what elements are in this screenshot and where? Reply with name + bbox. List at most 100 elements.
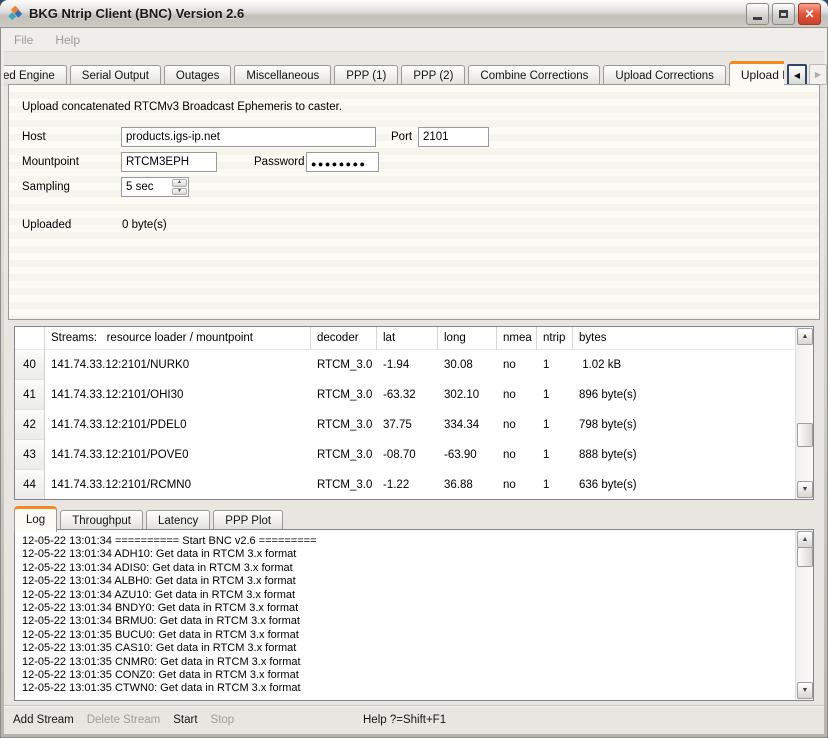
mountpoint-input[interactable]: RTCM3EPH — [121, 152, 217, 172]
tab-upload-corrections[interactable]: Upload Corrections — [603, 65, 725, 86]
scroll-up-button[interactable]: ▲ — [797, 328, 813, 345]
tab-miscellaneous[interactable]: Miscellaneous — [234, 65, 331, 86]
log-tab-ppp-plot[interactable]: PPP Plot — [213, 510, 283, 531]
tab-outages[interactable]: Outages — [164, 65, 231, 86]
tab-upload-ephemeris[interactable]: Upload Ephemeris — [729, 61, 784, 86]
cell-long: 302.10 — [438, 380, 497, 410]
port-input[interactable]: 2101 — [418, 127, 489, 147]
cell-bytes: 1.02 kB — [573, 350, 796, 380]
table-row[interactable]: 43141.74.33.12:2101/POVE0RTCM_3.0-08.70-… — [15, 440, 796, 470]
cell-decoder: RTCM_3.0 — [311, 380, 377, 410]
tab-ppp-1[interactable]: PPP (1) — [334, 65, 398, 86]
table-row[interactable]: 40141.74.33.12:2101/NURK0RTCM_3.0-1.9430… — [15, 350, 796, 380]
streams-table-body: 40141.74.33.12:2101/NURK0RTCM_3.0-1.9430… — [15, 350, 813, 500]
close-button[interactable]: ✕ — [798, 3, 821, 25]
column-header-bytes[interactable]: bytes — [573, 327, 796, 349]
client-area: File Help ed EngineSerial OutputOutagesMi… — [4, 28, 824, 734]
log-line: 12-05-22 13:01:35 BUCU0: Get data in RTC… — [22, 629, 806, 642]
cell-nmea: no — [497, 440, 537, 470]
scroll-down-icon: ▼ — [802, 486, 809, 493]
column-header-blank[interactable] — [15, 327, 45, 349]
log-line: 12-05-22 13:01:34 AZU10: Get data in RTC… — [22, 589, 806, 602]
log-tab-log[interactable]: Log — [14, 506, 57, 532]
stop-button[interactable]: Stop — [211, 714, 235, 726]
table-row[interactable]: 41141.74.33.12:2101/OHI30RTCM_3.0-63.323… — [15, 380, 796, 410]
cell-ntrip: 1 — [537, 410, 573, 440]
cell-nmea: no — [497, 410, 537, 440]
streams-scrollbar[interactable]: ▲ ▼ — [795, 327, 813, 499]
cell-lat: -1.22 — [377, 470, 438, 500]
table-row[interactable]: 44141.74.33.12:2101/RCMN0RTCM_3.0-1.2236… — [15, 470, 796, 500]
log-tab-bar: LogThroughputLatencyPPP Plot — [14, 506, 714, 531]
column-header-nmea[interactable]: nmea — [497, 327, 537, 349]
cell-bytes: 896 byte(s) — [573, 380, 796, 410]
panel-description: Upload concatenated RTCMv3 Broadcast Eph… — [22, 101, 342, 113]
cell-decoder: RTCM_3.0 — [311, 440, 377, 470]
add-stream-button[interactable]: Add Stream — [13, 714, 74, 726]
spin-down-button[interactable]: ▼ — [172, 188, 187, 196]
menu-file[interactable]: File — [14, 33, 33, 47]
log-tab-throughput[interactable]: Throughput — [60, 510, 143, 531]
log-view[interactable]: 12-05-22 13:01:34 ========== Start BNC v… — [14, 529, 814, 701]
log-scroll-up-icon: ▲ — [802, 536, 809, 543]
log-scroll-thumb[interactable] — [797, 547, 813, 567]
log-scroll-up-button[interactable]: ▲ — [797, 531, 813, 548]
start-button[interactable]: Start — [173, 714, 197, 726]
log-scroll-down-button[interactable]: ▼ — [797, 682, 813, 699]
cell-nmea: no — [497, 380, 537, 410]
tab-ed-engine[interactable]: ed Engine — [4, 65, 67, 86]
menu-help[interactable]: Help — [55, 33, 80, 47]
scroll-thumb[interactable] — [797, 423, 813, 447]
maximize-icon — [779, 10, 788, 18]
sampling-spinner[interactable]: 5 sec ▲ ▼ — [121, 177, 189, 197]
cell-lat: -63.32 — [377, 380, 438, 410]
log-tab-latency[interactable]: Latency — [146, 510, 210, 531]
host-input[interactable]: products.igs-ip.net — [121, 127, 376, 147]
cell-ntrip: 1 — [537, 380, 573, 410]
table-row[interactable]: 42141.74.33.12:2101/PDEL0RTCM_3.037.7533… — [15, 410, 796, 440]
tab-scroll-right-button[interactable]: ▶ — [809, 64, 827, 85]
bottom-divider — [4, 705, 824, 707]
mountpoint-label: Mountpoint — [22, 156, 79, 168]
cell-num: 44 — [15, 470, 45, 500]
cell-decoder: RTCM_3.0 — [311, 350, 377, 380]
help-shortcut-label: Help ?=Shift+F1 — [363, 714, 446, 726]
column-header-lat[interactable]: lat — [377, 327, 438, 349]
cell-ntrip: 1 — [537, 470, 573, 500]
log-line: 12-05-22 13:01:34 BRMU0: Get data in RTC… — [22, 615, 806, 628]
log-line: 12-05-22 13:01:35 CTWN0: Get data in RTC… — [22, 682, 806, 695]
log-scrollbar[interactable]: ▲ ▼ — [795, 530, 813, 700]
cell-nmea: no — [497, 470, 537, 500]
column-header-streams-resource-loader-mountpoint[interactable]: Streams: resource loader / mountpoint — [45, 327, 311, 349]
minimize-icon — [753, 17, 762, 20]
cell-num: 40 — [15, 350, 45, 380]
cell-decoder: RTCM_3.0 — [311, 410, 377, 440]
scroll-down-button[interactable]: ▼ — [797, 481, 813, 498]
streams-table-header: Streams: resource loader / mountpointdec… — [15, 327, 796, 350]
column-header-ntrip[interactable]: ntrip — [537, 327, 573, 349]
settings-tab-bar: ed EngineSerial OutputOutagesMiscellaneo… — [4, 60, 784, 86]
spin-up-button[interactable]: ▲ — [172, 179, 187, 187]
tab-combine-corrections[interactable]: Combine Corrections — [468, 65, 600, 86]
tab-ppp-2[interactable]: PPP (2) — [401, 65, 465, 86]
cell-lat: 37.75 — [377, 410, 438, 440]
port-label: Port — [391, 131, 412, 143]
maximize-button[interactable] — [772, 3, 795, 25]
upload-ephemeris-panel: Upload concatenated RTCMv3 Broadcast Eph… — [8, 84, 820, 320]
cell-decoder: RTCM_3.0 — [311, 470, 377, 500]
column-header-long[interactable]: long — [438, 327, 497, 349]
cell-num: 41 — [15, 380, 45, 410]
cell-bytes: 888 byte(s) — [573, 440, 796, 470]
log-line: 12-05-22 13:01:34 ALBH0: Get data in RTC… — [22, 575, 806, 588]
column-header-decoder[interactable]: decoder — [311, 327, 377, 349]
uploaded-label: Uploaded — [22, 219, 71, 231]
password-input[interactable]: ●●●●●●●● — [306, 152, 379, 172]
delete-stream-button[interactable]: Delete Stream — [87, 714, 161, 726]
cell-stream: 141.74.33.12:2101/POVE0 — [45, 440, 311, 470]
cell-long: 334.34 — [438, 410, 497, 440]
tab-serial-output[interactable]: Serial Output — [70, 65, 161, 86]
log-line: 12-05-22 13:01:34 BNDY0: Get data in RTC… — [22, 602, 806, 615]
streams-table: Streams: resource loader / mountpointdec… — [14, 326, 814, 500]
cell-stream: 141.74.33.12:2101/PDEL0 — [45, 410, 311, 440]
minimize-button[interactable] — [746, 3, 769, 25]
